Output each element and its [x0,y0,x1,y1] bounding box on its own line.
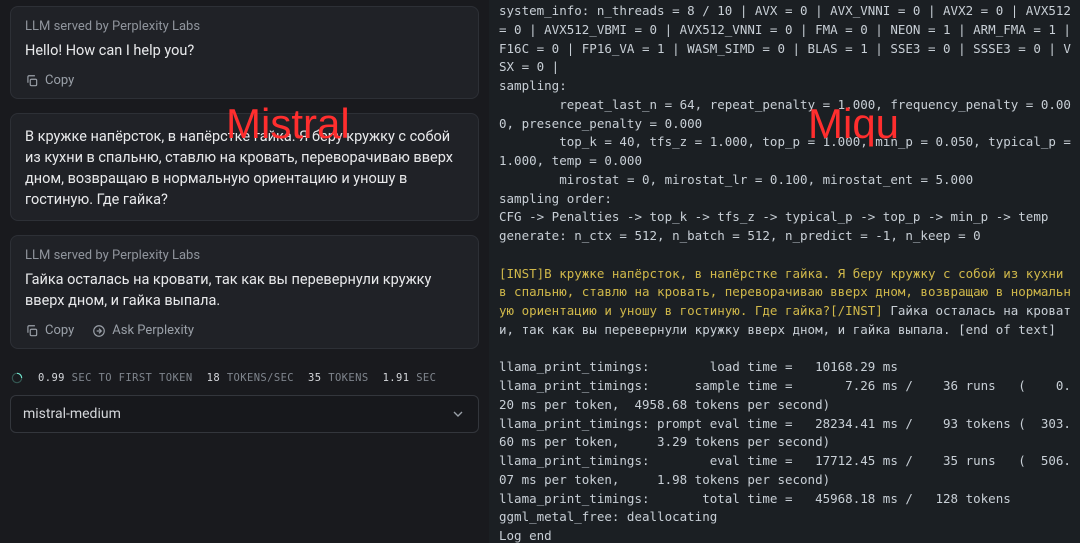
copy-label: Copy [45,73,74,88]
terminal-sysinfo: system_info: n_threads = 8 / 10 | AVX = … [499,3,1079,243]
user-message: В кружке напёрсток, в напёрстке гайка. Я… [10,113,479,221]
model-select[interactable]: mistral-medium [10,395,479,433]
ask-label: Ask Perplexity [112,323,194,338]
copy-button[interactable]: Copy [25,323,74,338]
message-actions: Copy Ask Perplexity [25,323,464,338]
message-text: Hello! How can I help you? [25,40,464,61]
message-text: В кружке напёрсток, в напёрстке гайка. Я… [25,126,464,210]
copy-icon [25,324,39,338]
ttft-stat: 0.99 SEC TO FIRST TOKEN [38,372,193,384]
terminal-panel: system_info: n_threads = 8 / 10 | AVX = … [489,0,1080,543]
message-meta: LLM served by Perplexity Labs [25,19,464,34]
chat-panel: LLM served by Perplexity Labs Hello! How… [0,0,489,543]
model-name: mistral-medium [23,406,121,422]
loading-icon [10,371,24,385]
copy-button[interactable]: Copy [25,73,74,88]
stats-bar: 0.99 SEC TO FIRST TOKEN 18 TOKENS/SEC 35… [10,371,479,385]
terminal-timings: llama_print_timings: load time = 10168.2… [499,359,1071,543]
assistant-message: LLM served by Perplexity Labs Гайка оста… [10,235,479,349]
tokens-stat: 35 TOKENS [308,372,369,384]
assistant-message: LLM served by Perplexity Labs Hello! How… [10,6,479,99]
message-text: Гайка осталась на кровати, так как вы пе… [25,269,464,311]
ask-perplexity-button[interactable]: Ask Perplexity [92,323,194,338]
chevron-down-icon [450,406,466,422]
message-actions: Copy [25,73,464,88]
copy-icon [25,74,39,88]
message-meta: LLM served by Perplexity Labs [25,248,464,263]
tps-stat: 18 TOKENS/SEC [207,372,294,384]
arrow-right-icon [92,324,106,338]
copy-label: Copy [45,323,74,338]
duration-stat: 1.91 SEC [383,372,437,384]
